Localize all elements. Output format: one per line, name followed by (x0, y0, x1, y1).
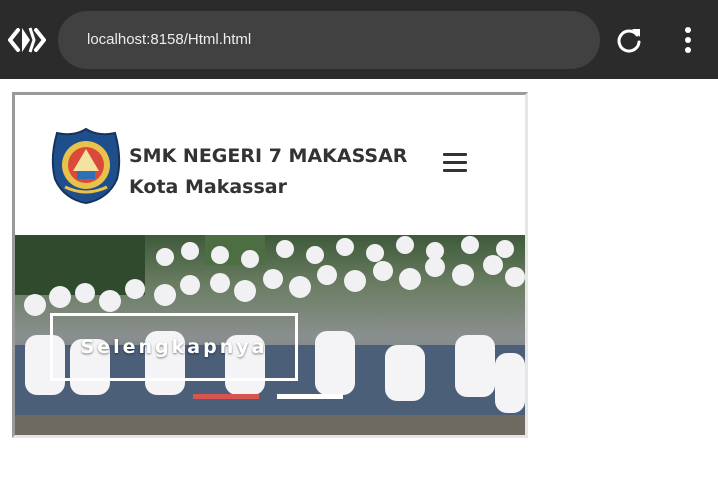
url-text[interactable]: localhost:8158/Html.html (87, 31, 251, 48)
page-viewport: SMK NEGERI 7 MAKASSAR Kota Makassar Sele… (12, 92, 528, 438)
code-brackets-icon[interactable] (8, 22, 46, 58)
slide-indicator-1[interactable] (193, 394, 259, 399)
read-more-button[interactable]: Selengkapnya (50, 313, 298, 381)
hero-slider[interactable]: Selengkapnya (15, 235, 525, 435)
browser-toolbar: localhost:8158/Html.html (0, 0, 718, 79)
school-city: Kota Makassar (129, 176, 287, 198)
reload-icon[interactable] (615, 26, 643, 54)
school-name: SMK NEGERI 7 MAKASSAR (129, 145, 408, 167)
slide-indicator-2[interactable] (277, 394, 343, 399)
hamburger-icon[interactable] (443, 151, 471, 175)
address-bar[interactable]: localhost:8158/Html.html (58, 11, 600, 69)
school-logo (51, 127, 121, 205)
more-vert-icon[interactable] (678, 24, 698, 56)
site-header: SMK NEGERI 7 MAKASSAR Kota Makassar (15, 95, 525, 235)
